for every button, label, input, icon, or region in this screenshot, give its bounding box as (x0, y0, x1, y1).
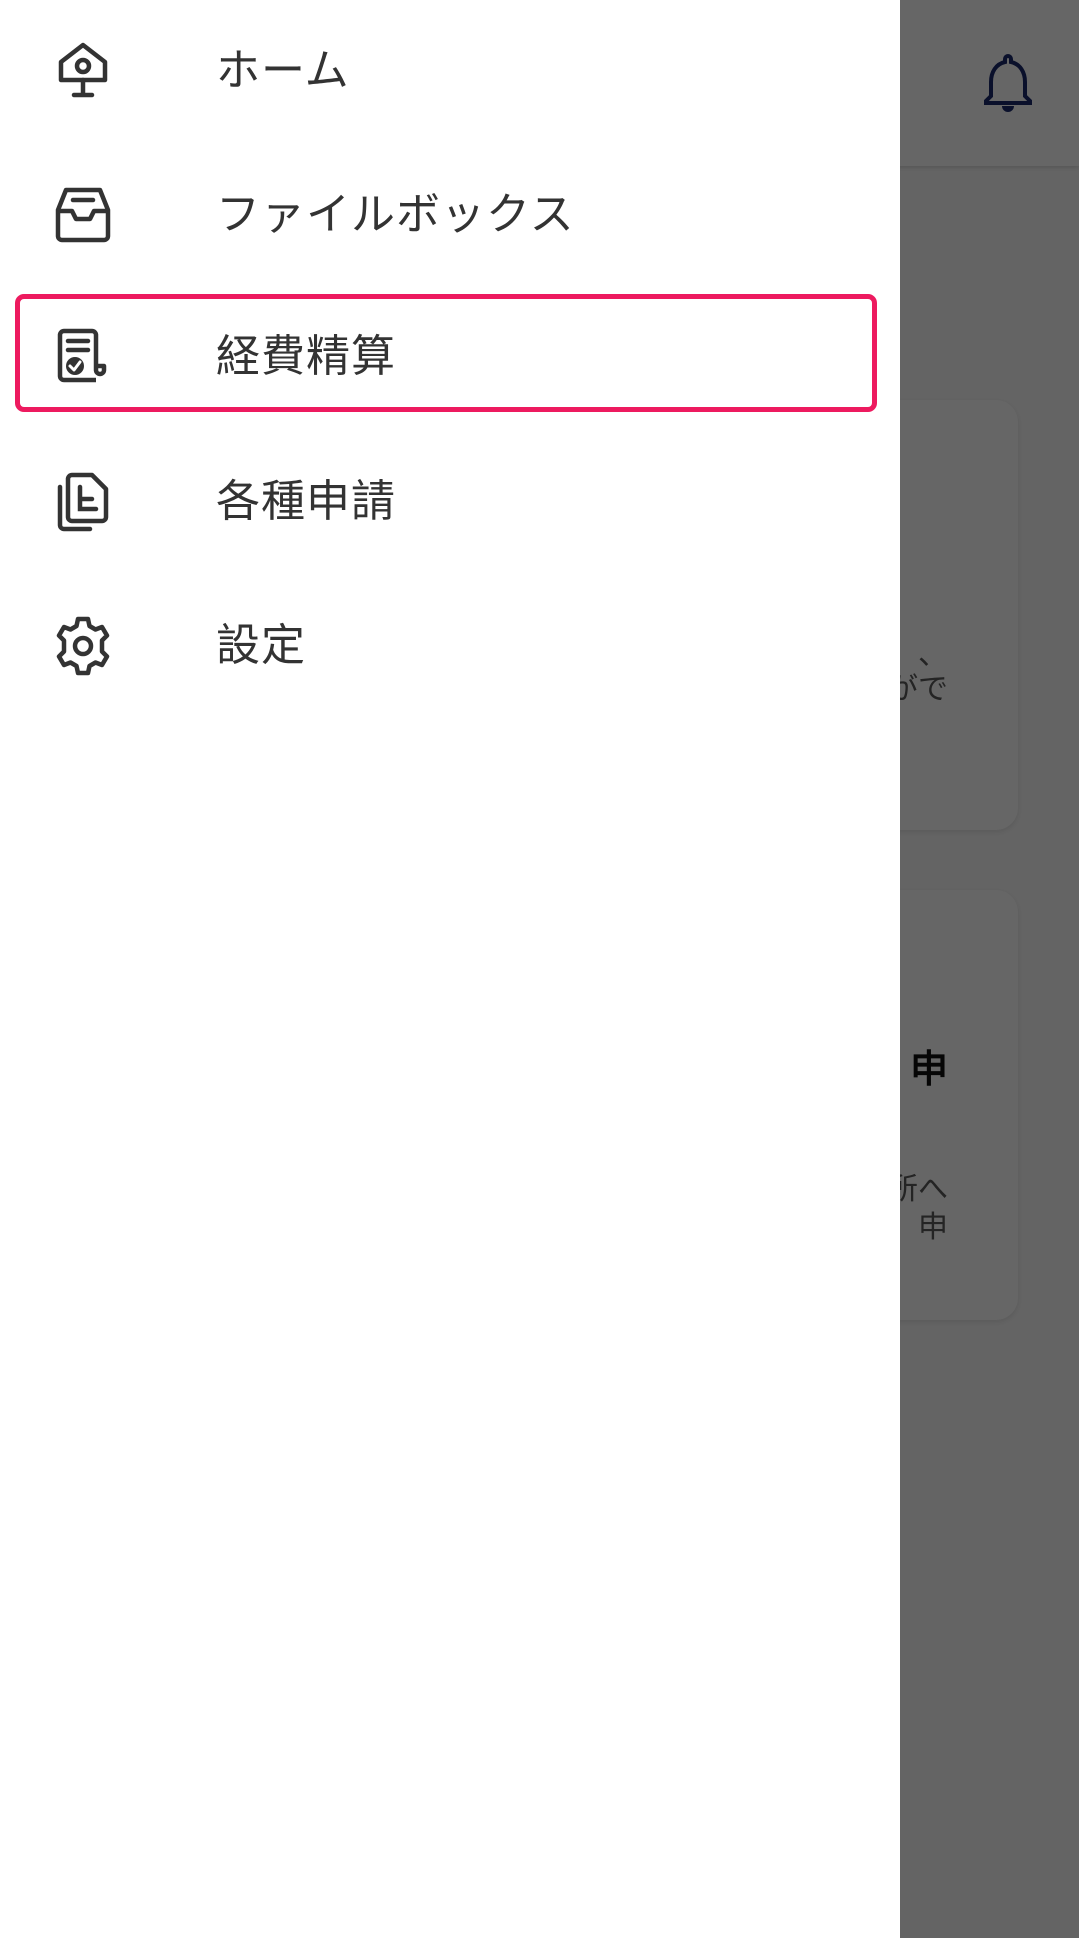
drawer-item-settings[interactable]: 設定 (0, 586, 900, 706)
gear-icon (56, 616, 110, 676)
drawer-item-requests[interactable]: 各種申請 (0, 442, 900, 562)
drawer-item-expense-label: 経費精算 (216, 331, 396, 382)
receipt-icon (57, 328, 107, 383)
drawer-item-filebox-label: ファイルボックス (216, 189, 575, 240)
drawer-item-home-label: ホーム (216, 45, 350, 96)
drawer-item-home[interactable]: ホーム (0, 11, 900, 131)
drawer-item-requests-label: 各種申請 (216, 476, 396, 527)
drawer-item-expense[interactable]: 経費精算 (0, 297, 900, 417)
documents-icon (57, 472, 109, 532)
drawer-item-filebox[interactable]: ファイルボックス (0, 155, 900, 275)
navigation-drawer: ホーム ファイルボックス 経費精算 各種申請 設定 (0, 0, 900, 1938)
app-root: 、 がで 申 所へ 申 ホーム ファイルボックス (0, 0, 1079, 1938)
drawer-item-settings-label: 設定 (216, 620, 306, 671)
inbox-icon (55, 187, 111, 243)
home-icon (58, 42, 108, 98)
